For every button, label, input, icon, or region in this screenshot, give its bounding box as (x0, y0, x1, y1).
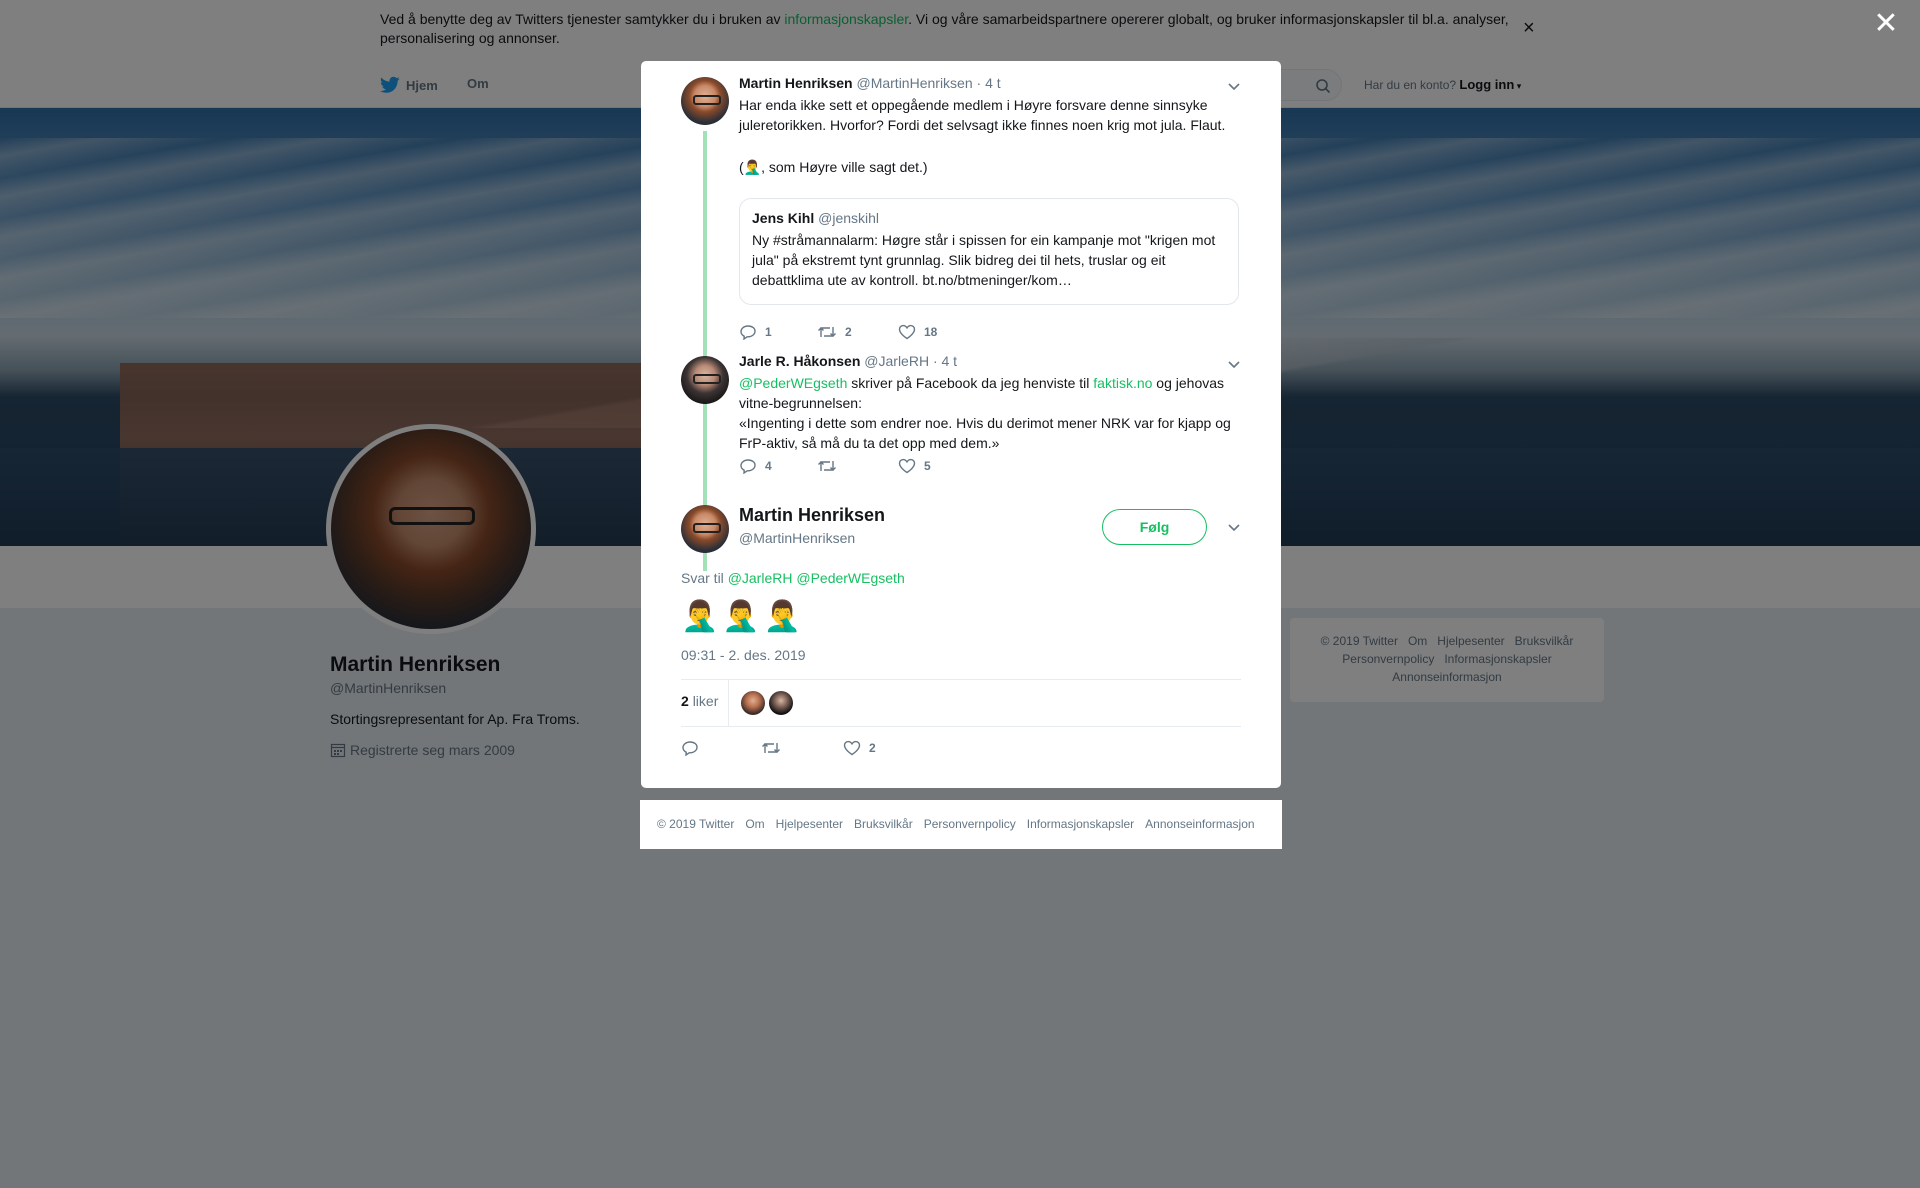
heart-icon (843, 740, 861, 756)
reply-to-line: Svar til @JarleRH @PederWEgseth (681, 570, 905, 586)
footer-ads[interactable]: Annonseinformasjon (1145, 817, 1254, 831)
reply-button[interactable] (681, 740, 699, 756)
reply-button[interactable]: 4 (739, 458, 772, 474)
footer-cookies[interactable]: Informasjonskapsler (1027, 817, 1134, 831)
main-tweet-text: 🤦‍♂️🤦‍♂️🤦‍♂️ (681, 600, 806, 633)
tweet-author-name[interactable]: Martin Henriksen (739, 75, 853, 91)
main-tweet-avatar[interactable] (681, 505, 729, 553)
tweet-text-mid: skriver på Facebook da jeg henviste til (847, 375, 1094, 391)
retweet-icon (818, 461, 836, 471)
reply-to-prefix: Svar til (681, 570, 724, 586)
quoted-author-handle: @jenskihl (818, 210, 880, 226)
tweet-time[interactable]: · 4 t (977, 75, 1001, 91)
tweet-header: Martin Henriksen @MartinHenriksen · 4 t (739, 75, 1001, 91)
tweet-header: Jarle R. Håkonsen @JarleRH · 4 t (739, 353, 957, 369)
footer-terms[interactable]: Bruksvilkår (854, 817, 913, 831)
retweet-button[interactable]: 2 (817, 324, 852, 340)
chevron-down-icon[interactable] (1227, 520, 1241, 534)
liker-avatar[interactable] (769, 691, 793, 715)
thread-tweet-2[interactable]: Jarle R. Håkonsen @JarleRH · 4 t @PederW… (681, 353, 1241, 493)
retweet-icon (818, 327, 836, 337)
like-button[interactable]: 5 (898, 458, 931, 474)
main-tweet-timestamp[interactable]: 09:31 - 2. des. 2019 (681, 647, 806, 663)
chevron-down-icon[interactable] (1227, 79, 1241, 93)
quoted-tweet-text: Ny #stråmannalarm: Høgre står i spissen … (752, 232, 1216, 288)
tweet-permalink-modal: Martin Henriksen @MartinHenriksen · 4 t … (641, 61, 1281, 788)
reply-icon (740, 325, 756, 340)
reply-count: 1 (765, 325, 772, 339)
heart-icon (898, 324, 916, 340)
like-count: 2 (869, 741, 876, 755)
heart-icon (898, 458, 916, 474)
tweet-text-line2: (🤦‍♂️, som Høyre ville sagt det.) (739, 159, 928, 175)
mention-link[interactable]: @PederWEgseth (739, 375, 847, 391)
retweet-icon (762, 743, 780, 753)
main-tweet-author-name[interactable]: Martin Henriksen (739, 505, 885, 526)
like-count: 18 (924, 325, 938, 339)
retweet-count: 2 (845, 325, 852, 339)
stats-divider (728, 680, 729, 726)
likes-count: 2 (681, 693, 689, 709)
likes-stat[interactable]: 2 liker (681, 693, 718, 709)
modal-footer: © 2019 Twitter Om Hjelpesenter Bruksvilkår P… (640, 800, 1282, 849)
tweet-time[interactable]: · 4 t (933, 353, 957, 369)
footer-help[interactable]: Hjelpesenter (776, 817, 843, 831)
quoted-tweet-header: Jens Kihl @jenskihl (752, 210, 1226, 226)
close-icon[interactable]: ✕ (1872, 9, 1900, 39)
tweet-quote-text: «Ingenting i dette som endrer noe. Hvis … (739, 415, 1231, 451)
liker-avatar[interactable] (741, 691, 765, 715)
follow-button[interactable]: Følg (1102, 509, 1207, 545)
likes-label: liker (692, 693, 719, 709)
reply-icon (682, 741, 698, 756)
tweet-text: Har enda ikke sett et oppegående medlem … (739, 97, 1226, 133)
footer-privacy[interactable]: Personvernpolicy (924, 817, 1016, 831)
chevron-down-icon[interactable] (1227, 357, 1241, 371)
thread-tweet-1[interactable]: Martin Henriksen @MartinHenriksen · 4 t … (681, 75, 1241, 355)
avatar[interactable] (681, 356, 729, 404)
like-button[interactable]: 18 (898, 324, 937, 340)
tweet-stats: 2 liker (681, 679, 1241, 727)
reply-to-mention-2[interactable]: @PederWEgseth (796, 570, 904, 586)
tweet-author-name[interactable]: Jarle R. Håkonsen (739, 353, 860, 369)
retweet-button[interactable] (761, 740, 781, 756)
tweet-text: @PederWEgseth skriver på Facebook da jeg… (739, 373, 1239, 413)
footer-about[interactable]: Om (745, 817, 764, 831)
retweet-button[interactable] (817, 458, 845, 474)
reply-button[interactable]: 1 (739, 324, 772, 340)
faktisk-link[interactable]: faktisk.no (1093, 375, 1152, 391)
quoted-author-name: Jens Kihl (752, 210, 815, 226)
main-tweet-author-handle[interactable]: @MartinHenriksen (739, 530, 855, 546)
footer-copyright: © 2019 Twitter (657, 817, 735, 831)
quoted-tweet[interactable]: Jens Kihl @jenskihl Ny #stråmannalarm: H… (739, 198, 1239, 305)
tweet-author-handle[interactable]: @JarleRH (864, 353, 929, 369)
reply-count: 4 (765, 459, 772, 473)
reply-to-mention-1[interactable]: @JarleRH (728, 570, 793, 586)
reply-icon (740, 459, 756, 474)
tweet-author-handle[interactable]: @MartinHenriksen (856, 75, 972, 91)
like-count: 5 (924, 459, 931, 473)
avatar[interactable] (681, 77, 729, 125)
like-button[interactable]: 2 (843, 740, 876, 756)
